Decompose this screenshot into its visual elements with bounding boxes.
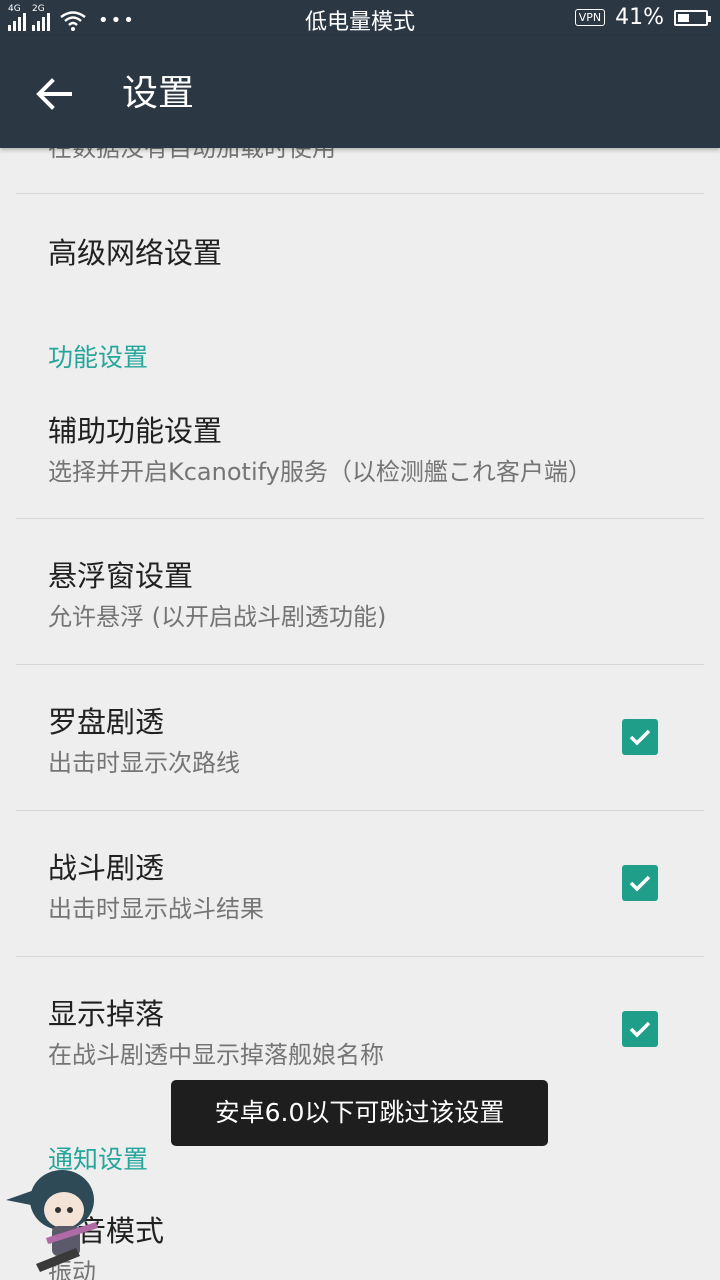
status-bar: 4G 2G ••• 低电量模式 VPN 41% [0, 0, 720, 36]
pref-floating-window[interactable]: 悬浮窗设置 允许悬浮 (以开启战斗剧透功能) [0, 519, 720, 664]
floating-character-icon[interactable] [0, 1160, 120, 1280]
pref-accessibility[interactable]: 辅助功能设置 选择并开启Kcanotify服务（以检测艦これ客户端） [0, 388, 720, 518]
page-title: 设置 [122, 73, 195, 114]
check-icon [629, 875, 651, 892]
pref-title: 显示掉落 [48, 997, 165, 1031]
toast-message: 安卓6.0以下可跳过该设置 [171, 1080, 548, 1146]
check-icon [629, 729, 651, 746]
pref-compass-spoiler[interactable]: 罗盘剧透 出击时显示次路线 [0, 665, 720, 810]
pref-summary: 出击时显示次路线 [48, 749, 240, 777]
pref-title: 高级网络设置 [48, 236, 223, 270]
pref-battle-spoiler[interactable]: 战斗剧透 出击时显示战斗结果 [0, 811, 720, 956]
pref-summary: 选择并开启Kcanotify服务（以检测艦これ客户端） [48, 458, 592, 486]
pref-title: 罗盘剧透 [48, 705, 165, 739]
battery-icon [674, 9, 711, 26]
battery-percent: 41% [615, 5, 664, 30]
pref-title: 辅助功能设置 [48, 414, 223, 448]
pref-summary: 允许悬浮 (以开启战斗剧透功能) [48, 603, 387, 631]
pref-title: 战斗剧透 [48, 851, 165, 885]
list-item-partial[interactable]: 在数据没有自动加载时使用 [0, 148, 720, 164]
check-icon [629, 1021, 651, 1038]
compass-spoiler-checkbox[interactable] [622, 719, 658, 755]
back-arrow-icon[interactable] [30, 70, 78, 118]
battle-spoiler-checkbox[interactable] [622, 865, 658, 901]
vpn-icon: VPN [574, 9, 606, 26]
pref-summary: 在数据没有自动加载时使用 [48, 148, 336, 162]
category-features: 功能设置 [48, 343, 149, 372]
app-bar: 设置 [0, 36, 720, 148]
pref-summary: 出击时显示战斗结果 [48, 895, 264, 923]
pref-title: 悬浮窗设置 [48, 559, 194, 593]
show-drops-checkbox[interactable] [622, 1011, 658, 1047]
pref-summary: 在战斗剧透中显示掉落舰娘名称 [48, 1041, 384, 1069]
pref-advanced-network[interactable]: 高级网络设置 [0, 194, 720, 304]
